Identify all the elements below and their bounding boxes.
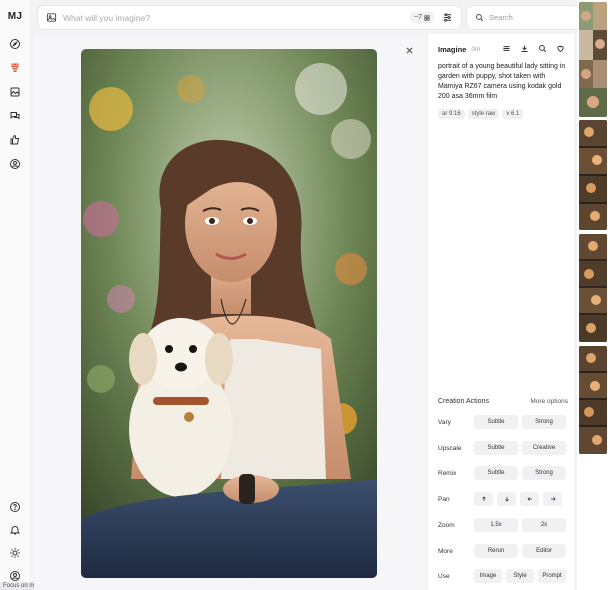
thumbnail-group[interactable] — [579, 234, 607, 342]
pan-right-button[interactable] — [543, 492, 562, 506]
sun-icon[interactable] — [7, 545, 23, 561]
chip-version[interactable]: v 6.1 — [502, 109, 524, 119]
search-input[interactable]: Search — [489, 13, 513, 22]
action-label: Vary — [438, 418, 451, 426]
pan-down-button[interactable] — [497, 492, 516, 506]
arrow-right-icon — [550, 497, 556, 501]
vary-subtle-button[interactable]: Subtle — [474, 415, 518, 429]
thumbnail-group[interactable] — [579, 2, 607, 117]
prompt-text[interactable]: portrait of a young beautiful lady sitti… — [438, 62, 566, 102]
generated-image[interactable] — [81, 49, 377, 578]
action-row-vary: Vary Subtle Strong — [438, 415, 570, 429]
pan-left-button[interactable] — [520, 492, 539, 506]
download-icon[interactable] — [520, 44, 529, 53]
action-label: Zoom — [438, 521, 455, 529]
use-style-button[interactable]: Style — [506, 569, 534, 583]
close-icon[interactable] — [403, 44, 415, 56]
left-sidebar: MJ — [0, 0, 30, 590]
rerun-button[interactable]: Rerun — [474, 544, 518, 558]
chip-aspect-ratio[interactable]: ar 9:16 — [438, 109, 465, 119]
chat-icon[interactable] — [7, 108, 23, 124]
prompt-queue-count: ~7 — [414, 14, 422, 21]
compass-icon[interactable] — [7, 36, 23, 52]
action-label: Remix — [438, 469, 457, 477]
action-label: Pan — [438, 495, 450, 503]
zoom-1-5x-button[interactable]: 1.5x — [474, 518, 518, 532]
thumbnail-strip — [577, 0, 610, 590]
sidebar-bottom — [7, 499, 23, 584]
create-icon[interactable] — [7, 60, 23, 76]
search-icon[interactable] — [538, 44, 547, 53]
prompt-bar[interactable]: What will you imagine? ~7 — [37, 5, 462, 30]
panel-timestamp: 0m — [471, 46, 481, 53]
use-image-button[interactable]: Image — [474, 569, 502, 583]
panel-header: Imagine 0m — [438, 45, 480, 54]
panel-toolbar — [502, 44, 565, 53]
image-icon[interactable] — [7, 84, 23, 100]
action-label: More — [438, 547, 453, 555]
sidebar-nav — [7, 36, 23, 172]
action-label: Upscale — [438, 444, 462, 452]
action-row-more: More Rerun Editor — [438, 544, 570, 558]
remix-strong-button[interactable]: Strong — [522, 466, 566, 480]
sliders-icon[interactable] — [442, 12, 453, 23]
user-icon[interactable] — [7, 156, 23, 172]
action-row-pan: Pan — [438, 492, 570, 506]
prompt-queue-badge[interactable]: ~7 — [410, 12, 434, 23]
chip-style[interactable]: style raw — [467, 109, 500, 119]
parameter-chips: ar 9:16 style raw v 6.1 — [438, 109, 524, 119]
more-options-link[interactable]: More options — [530, 398, 568, 405]
heart-icon[interactable] — [556, 44, 565, 53]
search-icon — [476, 14, 484, 22]
action-row-use: Use Image Style Prompt — [438, 569, 570, 583]
thumbnail-group[interactable] — [579, 120, 607, 230]
image-upload-icon[interactable] — [46, 12, 57, 23]
remix-subtle-button[interactable]: Subtle — [474, 466, 518, 480]
grid-icon — [424, 14, 430, 21]
panel-title: Imagine — [438, 45, 467, 54]
help-icon[interactable] — [7, 499, 23, 515]
arrow-down-icon — [504, 497, 509, 502]
use-prompt-button[interactable]: Prompt — [538, 569, 566, 583]
pan-up-button[interactable] — [474, 492, 493, 506]
menu-lines-icon[interactable] — [502, 44, 511, 53]
thumbs-up-icon[interactable] — [7, 132, 23, 148]
vary-strong-button[interactable]: Strong — [522, 415, 566, 429]
bell-icon[interactable] — [7, 522, 23, 538]
action-row-remix: Remix Subtle Strong — [438, 466, 570, 480]
editor-button[interactable]: Editor — [522, 544, 566, 558]
midjourney-logo[interactable]: MJ — [8, 11, 23, 22]
thumbnail-group[interactable] — [579, 346, 607, 454]
zoom-2x-button[interactable]: 2x — [522, 518, 566, 532]
creation-actions-title: Creation Actions — [438, 398, 489, 405]
search-bar[interactable]: Search — [466, 5, 588, 30]
creation-actions-header: Creation Actions More options — [438, 398, 568, 405]
upscale-subtle-button[interactable]: Subtle — [474, 441, 518, 455]
arrow-up-icon — [481, 496, 486, 501]
upscale-creative-button[interactable]: Creative — [522, 441, 566, 455]
arrow-left-icon — [526, 497, 532, 501]
action-row-upscale: Upscale Subtle Creative — [438, 441, 570, 455]
action-label: Use — [438, 572, 450, 580]
details-panel: Imagine 0m portrait of a young beautiful… — [428, 34, 574, 590]
action-row-zoom: Zoom 1.5x 2x — [438, 518, 570, 532]
prompt-input[interactable]: What will you imagine? — [63, 13, 410, 23]
